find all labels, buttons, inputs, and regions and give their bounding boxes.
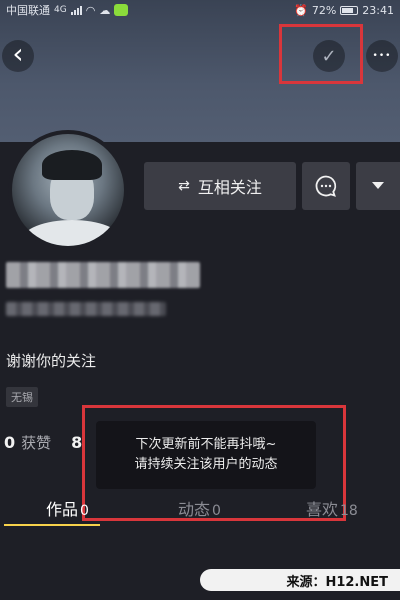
mutual-follow-button[interactable]: ⇄ 互相关注 <box>144 162 296 210</box>
following-count[interactable]: 8 <box>71 433 82 452</box>
chat-bubble-icon <box>315 175 337 197</box>
wifi-icon: ◠ <box>85 3 96 17</box>
tab-activity-count: 0 <box>212 503 221 519</box>
signal-icon <box>70 5 82 15</box>
tab-likes-label: 喜欢 <box>306 500 339 519</box>
username-blurred <box>6 262 200 288</box>
toast-message: 下次更新前不能再抖哦~ 请持续关注该用户的动态 <box>96 421 316 489</box>
check-button[interactable]: ✓ <box>313 40 345 72</box>
source-watermark: 来源：H12.NET <box>200 569 400 591</box>
more-options-button[interactable]: ••• <box>366 40 398 72</box>
stats-row: 0 获赞 8 <box>4 432 82 453</box>
message-button[interactable] <box>302 162 350 210</box>
tab-works[interactable]: 作品 0 <box>46 496 89 520</box>
more-dots-icon: ••• <box>372 51 392 61</box>
toast-line-1: 下次更新前不能再抖哦~ <box>135 437 277 452</box>
content-tabs: 作品 0 动态 0 喜欢 18 <box>0 490 400 526</box>
tab-likes-count: 18 <box>340 503 358 519</box>
wechat-icon: ☁ <box>99 3 111 17</box>
battery-label: 72% <box>311 3 337 17</box>
toast-line-2: 请持续关注该用户的动态 <box>134 457 278 472</box>
back-arrow-icon: ‹ <box>12 37 24 70</box>
alarm-icon: ⏰ <box>294 3 308 17</box>
carrier-label: 中国联通 <box>6 4 50 17</box>
watermark-text: 来源：H12.NET <box>286 574 388 590</box>
likes-count: 0 <box>4 433 16 452</box>
tab-activity-label: 动态 <box>178 500 211 519</box>
check-icon: ✓ <box>321 45 337 67</box>
network-label: 4G <box>54 5 67 15</box>
swap-arrows-icon: ⇄ <box>178 178 190 194</box>
dropdown-button[interactable] <box>356 162 400 210</box>
bio-text: 谢谢你的关注 <box>6 352 97 370</box>
caret-down-icon <box>372 182 384 189</box>
active-tab-indicator <box>4 524 100 526</box>
tab-works-label: 作品 <box>46 500 79 519</box>
follow-button-label: 互相关注 <box>197 178 262 197</box>
back-button[interactable]: ‹ <box>2 40 34 72</box>
avatar[interactable] <box>8 130 128 250</box>
tab-likes[interactable]: 喜欢 18 <box>306 496 358 520</box>
tab-works-count: 0 <box>80 503 89 519</box>
app-notification-icon <box>114 4 129 16</box>
tab-activity[interactable]: 动态 0 <box>178 496 221 520</box>
battery-icon <box>340 5 359 15</box>
location-tag: 无锡 <box>6 387 38 407</box>
status-bar: 中国联通 4G ◠ ☁ ⏰ 72% 23:41 <box>0 0 400 20</box>
user-id-blurred <box>6 302 166 316</box>
likes-label: 获赞 <box>21 434 52 452</box>
time-label: 23:41 <box>362 3 394 17</box>
